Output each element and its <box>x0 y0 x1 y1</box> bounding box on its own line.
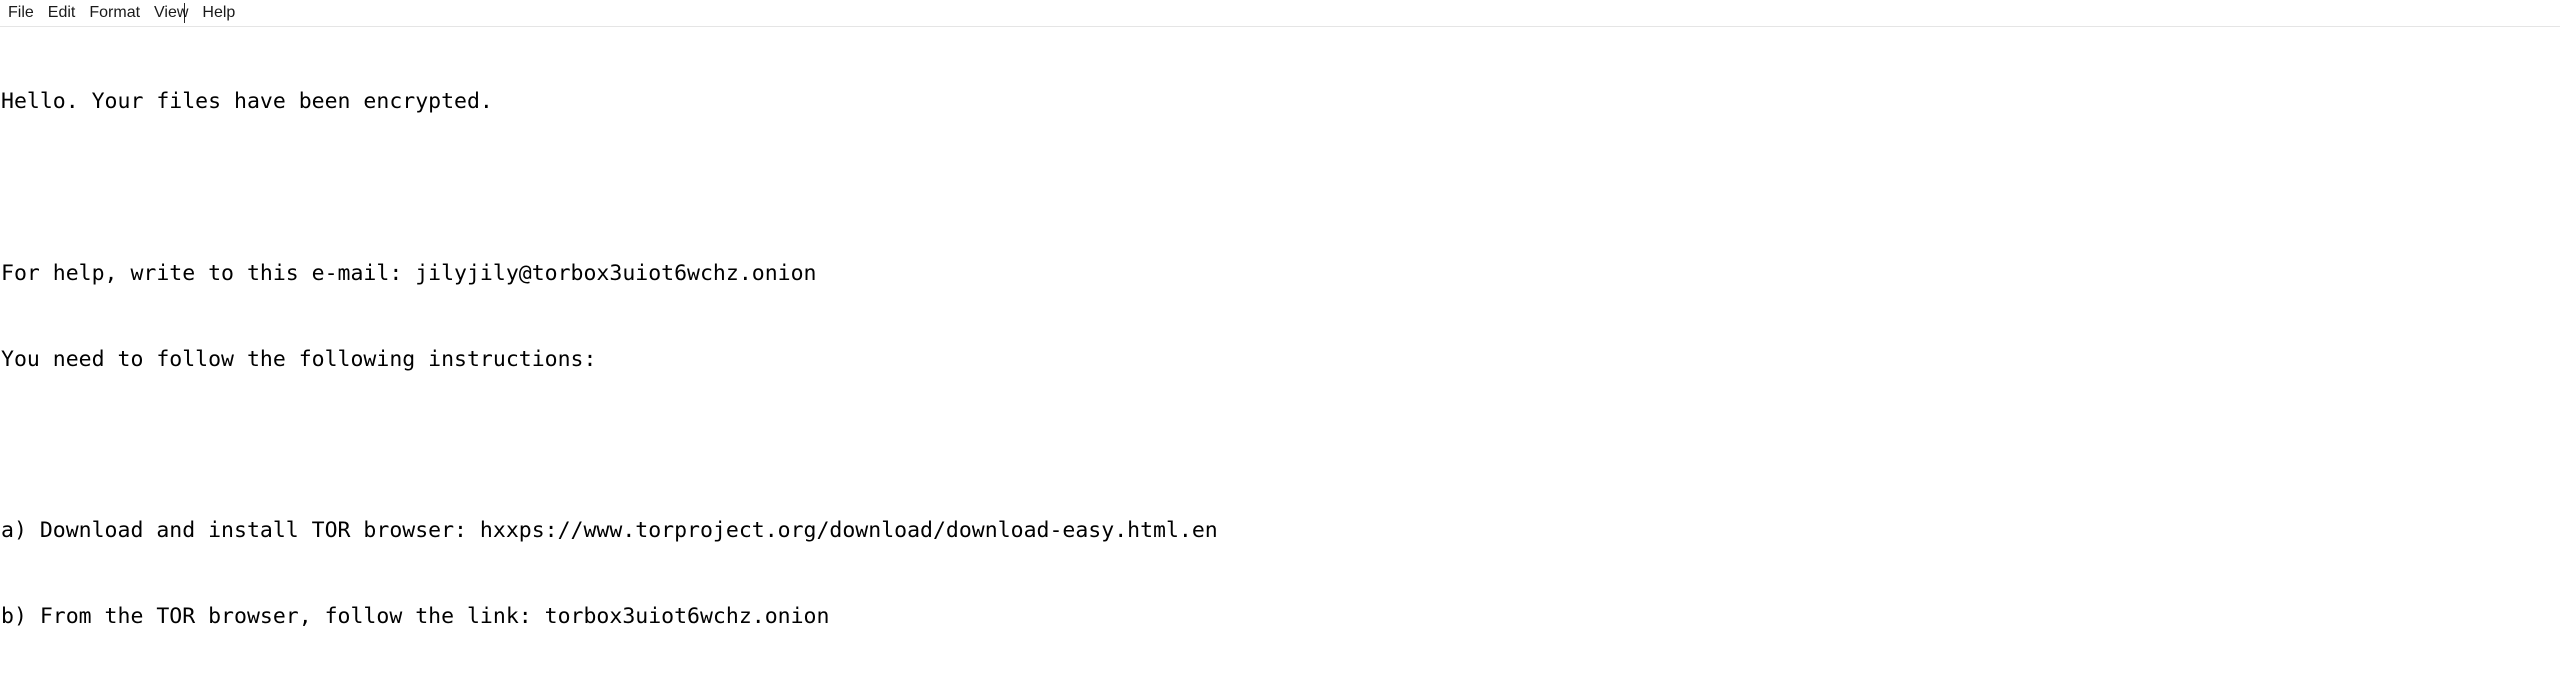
text-caret <box>184 3 185 23</box>
menu-format[interactable]: Format <box>82 1 147 25</box>
menu-view[interactable]: View <box>147 1 195 25</box>
menu-bar: File Edit Format View Help <box>0 0 2560 27</box>
document-line: Hello. Your files have been encrypted. <box>1 89 493 115</box>
menu-file[interactable]: File <box>1 1 41 25</box>
menu-edit[interactable]: Edit <box>41 1 83 25</box>
document-line: For help, write to this e-mail: jilyjily… <box>1 260 817 286</box>
document-line: b) From the TOR browser, follow the link… <box>1 603 830 629</box>
document-line: a) Download and install TOR browser: hxx… <box>1 518 1218 544</box>
document-line: You need to follow the following instruc… <box>1 346 597 372</box>
menu-help[interactable]: Help <box>195 1 242 25</box>
text-editor-area[interactable]: Hello. Your files have been encrypted. F… <box>0 27 2560 678</box>
notepad-window: File Edit Format View Help Hello. Your f… <box>0 0 2560 678</box>
document-text[interactable]: Hello. Your files have been encrypted. F… <box>0 27 1671 678</box>
